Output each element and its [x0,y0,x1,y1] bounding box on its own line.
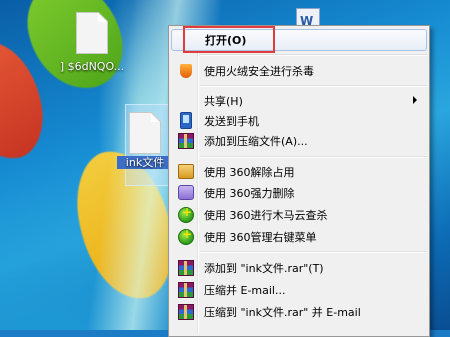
menu-separator [200,156,427,158]
menu-item-label: 压缩到 "ink文件.rar" 并 E-mail [204,305,361,319]
menu-item-label: 共享(H) [204,94,243,108]
menu-item-label: 使用 360进行木马云查杀 [204,208,328,222]
menu-item-label: 使用 360解除占用 [204,165,295,179]
desktop-file-icon[interactable]: ] $6dNQO... [52,12,132,73]
360-menu-icon [178,227,194,245]
annotation-highlight-box [183,26,275,53]
desktop-file-label: ink文件 [117,156,173,169]
360-delete-icon [178,185,194,200]
menu-item-360-manage-menu[interactable]: 使用 360管理右键菜单 [171,226,427,247]
winrar-icon [178,281,194,298]
menu-item-label: 发送到手机 [204,114,259,128]
menu-item-label: 添加到压缩文件(A)... [204,134,308,148]
menu-item-compress-email[interactable]: 压缩并 E-mail... [171,279,427,300]
menu-separator [200,85,427,87]
menu-item-huorong-scan[interactable]: 使用火绒安全进行杀毒 [171,60,427,81]
blank-icon [178,93,194,109]
menu-item-360-unlock[interactable]: 使用 360解除占用 [171,161,427,182]
menu-separator [200,54,427,56]
context-menu: 打开(O) 使用火绒安全进行杀毒 共享(H) 发送到手机 添加到压缩文件(A).… [168,25,430,337]
menu-item-label: 添加到 "ink文件.rar"(T) [204,261,324,275]
winrar-icon [178,303,194,320]
menu-item-360-trojan-scan[interactable]: 使用 360进行木马云查杀 [171,204,427,225]
menu-item-label: 使用 360强力删除 [204,186,295,200]
menu-item-add-to-rar[interactable]: 添加到 "ink文件.rar"(T) [171,257,427,278]
desktop-file-icon-selected[interactable]: ink文件 [117,104,177,186]
winrar-icon [178,259,194,276]
menu-separator [200,251,427,253]
desktop-file-label: ] $6dNQO... [59,60,125,73]
document-icon [129,112,161,154]
winrar-icon [178,132,194,149]
menu-item-label: 使用火绒安全进行杀毒 [204,64,314,78]
360-unlock-icon [178,164,194,179]
huorong-shield-icon [180,63,192,78]
menu-item-compress-to-rar-email[interactable]: 压缩到 "ink文件.rar" 并 E-mail [171,301,427,322]
menu-item-label: 压缩并 E-mail... [204,283,286,297]
menu-item-add-to-archive[interactable]: 添加到压缩文件(A)... [171,130,427,151]
menu-item-label: 使用 360管理右键菜单 [204,230,317,244]
menu-item-send-to-phone[interactable]: 发送到手机 [171,110,427,131]
phone-icon [180,112,192,129]
menu-item-share[interactable]: 共享(H) [171,90,427,111]
360-scan-icon [178,205,194,223]
submenu-arrow-icon [413,96,417,104]
menu-item-360-force-delete[interactable]: 使用 360强力删除 [171,182,427,203]
document-icon [76,12,108,54]
